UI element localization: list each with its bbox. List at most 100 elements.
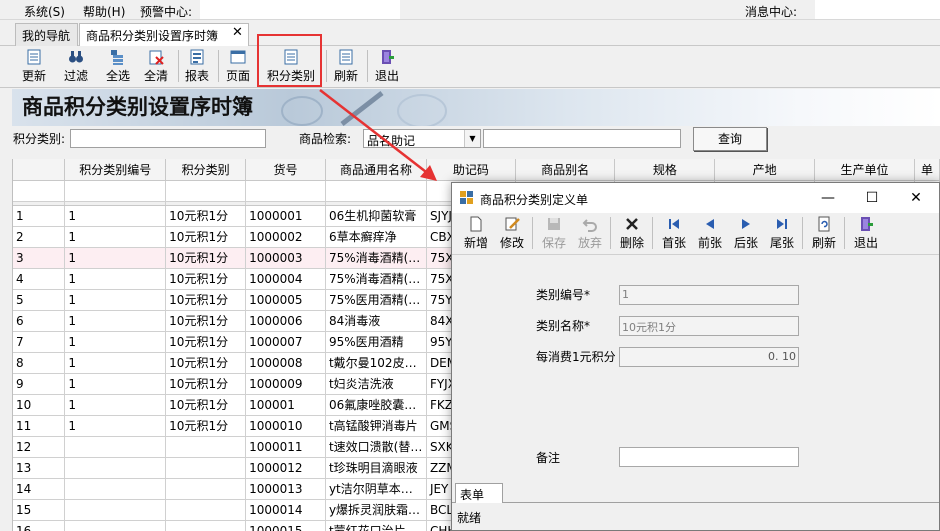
table-cell: 1 [13,205,66,227]
new-doc-icon [470,216,482,232]
prev-record-button[interactable]: 前张 [696,215,724,253]
toolbar-divider [532,217,533,249]
menu-system[interactable]: 系统(S) [24,3,65,20]
clear-all-button[interactable]: 全清 [140,48,172,86]
table-cell: 1000008 [245,352,326,374]
edit-button[interactable]: 修改 [498,215,526,253]
column-header[interactable]: 积分类别 [165,159,247,181]
dialog-refresh-button[interactable]: 刷新 [810,215,838,253]
table-cell: 1 [64,310,167,332]
next-record-button[interactable]: 后张 [732,215,760,253]
close-icon[interactable]: ✕ [232,25,243,40]
table-cell: 10元积1分 [165,205,247,227]
table-cell: 75%消毒酒精(… [325,268,427,290]
points-rate-field[interactable]: 0. 10 [619,347,799,367]
column-header[interactable]: 产地 [714,159,816,181]
alert-center-area [200,0,400,19]
page-button[interactable]: 页面 [223,48,253,86]
table-cell: 10元积1分 [165,268,247,290]
prev-icon [706,219,714,229]
discard-button[interactable]: 放弃 [576,215,604,253]
table-cell: 1000001 [245,205,326,227]
tab-points-category[interactable]: 商品积分类别设置序时簿 [79,23,249,47]
dialog-exit-label: 退出 [853,236,878,250]
chevron-down-icon[interactable]: ▼ [464,130,480,147]
table-cell: 6 [13,310,66,332]
refresh-icon [818,216,830,232]
discard-label: 放弃 [577,236,602,250]
delete-button[interactable]: 删除 [618,215,646,253]
toolbar-divider [652,217,653,249]
dialog-exit-button[interactable]: 退出 [852,215,880,253]
save-label: 保存 [541,236,566,250]
table-cell: 1000004 [245,268,326,290]
query-button[interactable]: 查询 [693,127,767,151]
table-cell [64,478,167,500]
prev-label: 前张 [697,236,722,250]
category-filter-input[interactable] [70,129,266,148]
report-button[interactable]: 报表 [182,48,212,86]
toolbar-divider [178,50,179,82]
table-cell [165,457,247,479]
save-button[interactable]: 保存 [540,215,568,253]
toolbar-divider [218,50,219,82]
column-header[interactable]: 商品通用名称 [325,159,427,181]
update-button[interactable]: 更新 [18,48,50,86]
table-cell: 10元积1分 [165,289,247,311]
note-field[interactable] [619,447,799,467]
refresh-button[interactable]: 刷新 [331,48,361,86]
table-cell: 75%医用酒精(… [325,289,427,311]
table-cell: 84消毒液 [325,310,427,332]
table-cell: 6草本癣痒净 [325,226,427,248]
table-cell: 1 [64,415,167,437]
select-all-button[interactable]: 全选 [102,48,134,86]
category-name-field[interactable]: 10元积1分 [619,316,799,336]
toolbar-divider [610,217,611,249]
product-search-input[interactable] [483,129,681,148]
table-cell [64,436,167,458]
dialog-title: 商品积分类别定义单 [480,193,589,207]
next-label: 后张 [733,236,758,250]
exit-icon [861,217,873,231]
page-icon [230,50,246,64]
minimize-icon[interactable]: — [806,187,850,209]
menu-help[interactable]: 帮助(H) [83,3,125,20]
column-header[interactable]: 规格 [614,159,716,181]
column-header[interactable]: 商品别名 [515,159,616,181]
menu-bar: 系统(S) 帮助(H) 预警中心: 消息中心: [0,0,940,20]
table-cell: 10元积1分 [165,247,247,269]
tab-my-navigation[interactable]: 我的导航 [15,23,78,46]
table-cell: 75%消毒酒精(… [325,247,427,269]
column-header[interactable]: 货号 [245,159,326,181]
tab-form[interactable]: 表单 [455,483,503,503]
binoculars-icon [69,51,83,63]
exit-button[interactable]: 退出 [372,48,402,86]
column-header[interactable] [13,159,66,181]
column-header[interactable]: 助记码 [426,159,516,181]
undo-icon [582,219,597,232]
column-header[interactable]: 生产单位 [814,159,915,181]
search-mode-select[interactable]: 品名助记 ▼ [363,129,481,148]
first-record-button[interactable]: 首张 [660,215,688,253]
new-button[interactable]: 新增 [462,215,490,253]
table-cell: 1 [64,268,167,290]
column-header[interactable]: 积分类别编号 [64,159,167,181]
last-icon [777,219,787,229]
close-icon[interactable]: ✕ [894,187,938,209]
main-toolbar: 更新 过滤 全选 全清 报表 页面 积分类别 刷新 退出 [0,46,940,88]
last-record-button[interactable]: 尾张 [768,215,796,253]
category-code-label: 类别编号* [536,288,591,302]
column-header[interactable]: 单 [914,159,940,181]
last-label: 尾张 [769,236,794,250]
filter-button[interactable]: 过滤 [60,48,92,86]
category-code-field[interactable]: 1 [619,285,799,305]
table-cell: 1 [64,331,167,353]
dialog-tabs: 表单 [452,481,939,503]
select-all-icon [111,50,123,65]
dialog-toolbar: 新增 修改 保存 放弃 删除 首张 前张 后张 尾张 刷新 退出 [452,213,939,255]
dialog-form: 类别编号* 1 类别名称* 10元积1分 每消费1元积分 0. 10 备注 [452,256,939,481]
refresh-label: 刷新 [333,69,358,83]
maximize-icon[interactable]: ☐ [850,187,894,209]
edit-icon [505,217,520,231]
filter-bar: 积分类别: 商品检索: 品名助记 ▼ 查询 [0,126,940,158]
